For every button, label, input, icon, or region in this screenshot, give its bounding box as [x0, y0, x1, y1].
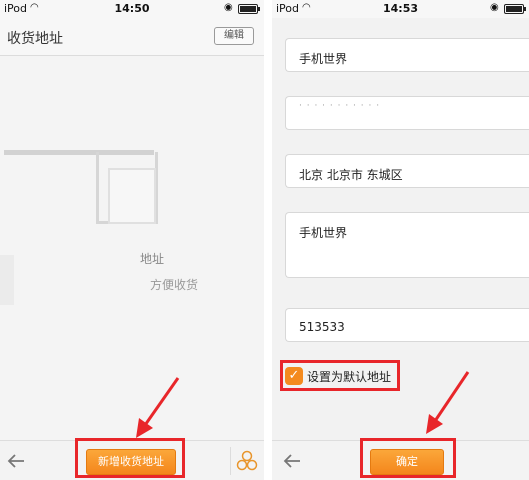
region-field[interactable]: 北京 北京市 东城区: [285, 154, 529, 188]
back-arrow-icon[interactable]: [280, 449, 304, 473]
edit-button[interactable]: 编辑: [214, 27, 254, 45]
battery-icon: [238, 4, 260, 14]
region-value: 北京 北京市 东城区: [299, 168, 403, 182]
nav-bar: 收货地址 编辑: [0, 18, 264, 56]
rotation-lock-icon: ◉: [490, 2, 499, 13]
illustration-document-icon: [108, 168, 156, 224]
address-value: 手机世界: [299, 226, 348, 240]
rotation-lock-icon: ◉: [224, 2, 233, 13]
zip-value: 513533: [299, 320, 345, 334]
empty-state-hint: 方便收货: [150, 278, 199, 292]
empty-state-illustration: [0, 130, 264, 305]
empty-state-text: 地址: [140, 252, 165, 266]
phone-field[interactable]: · · · · · · · · · · ·: [285, 96, 529, 130]
status-bar: iPod ◠ 14:50 ◉: [0, 0, 264, 18]
share-icon[interactable]: [235, 449, 259, 473]
phone-value: · · · · · · · · · · ·: [299, 101, 381, 111]
page-title: 收货地址: [7, 31, 63, 47]
zip-field[interactable]: 513533: [285, 308, 529, 342]
highlight-box-default: [280, 360, 400, 391]
highlight-box-confirm: [360, 438, 456, 478]
highlight-box-add: [75, 438, 185, 478]
name-field[interactable]: 手机世界: [285, 38, 529, 72]
address-list-screen: iPod ◠ 14:50 ◉ 收货地址 编辑 地址 方便收货 新增收货地址: [0, 0, 264, 480]
status-bar: iPod ◠ 14:53 ◉: [272, 0, 529, 18]
edit-address-screen: iPod ◠ 14:53 ◉ 手机世界 · · · · · · · · · · …: [272, 0, 529, 480]
battery-icon: [504, 4, 526, 14]
illustration-shade: [0, 255, 14, 305]
address-field[interactable]: 手机世界: [285, 212, 529, 278]
screen-gap: [264, 0, 272, 480]
name-value: 手机世界: [299, 52, 348, 66]
back-arrow-icon[interactable]: [4, 449, 28, 473]
toolbar-divider: [230, 447, 231, 475]
